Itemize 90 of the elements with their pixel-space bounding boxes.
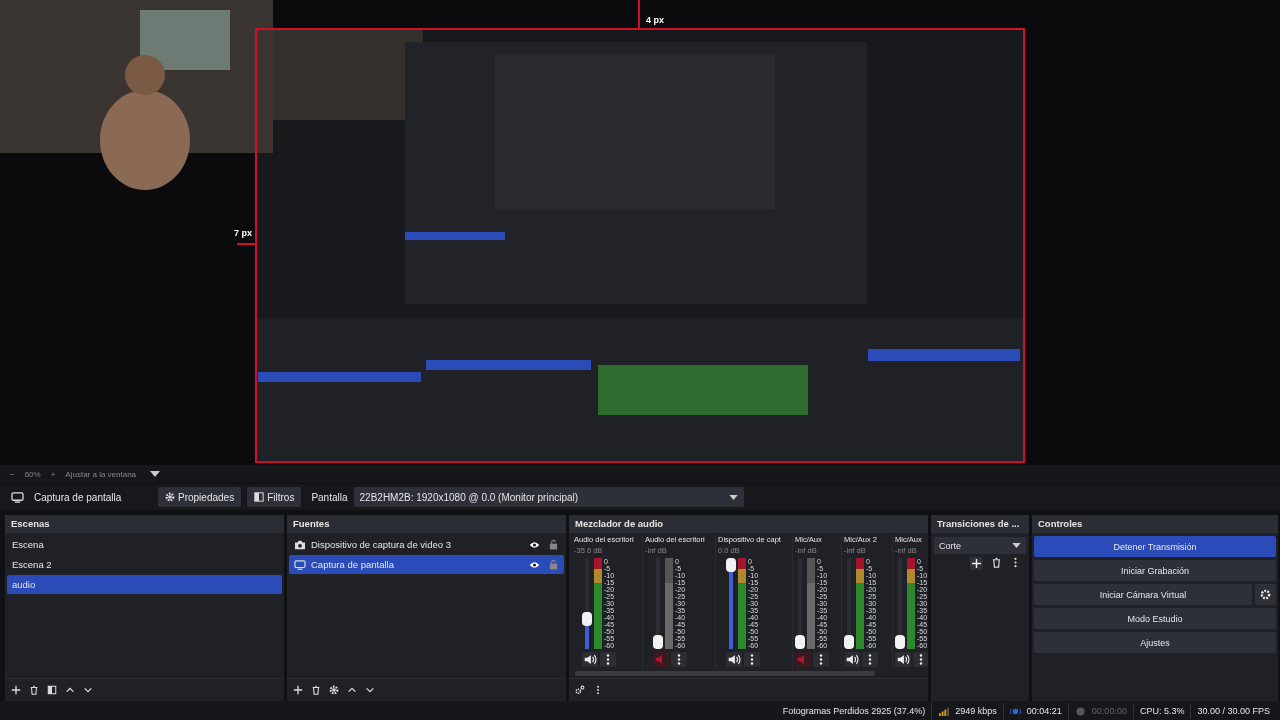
speaker-icon[interactable] <box>895 652 911 667</box>
kebab-menu-icon[interactable] <box>862 652 878 667</box>
kebab-menu-icon[interactable] <box>600 652 616 667</box>
dropped-frames: Fotogramas Perdidos 2925 (37.4%) <box>782 706 926 716</box>
source-item[interactable]: Dispositivo de captura de video 3 <box>289 535 564 554</box>
frame-rate: 30.00 / 30.00 FPS <box>1197 706 1270 716</box>
control-button[interactable]: Ajustes <box>1034 632 1276 653</box>
eye-icon[interactable] <box>529 540 540 549</box>
move-down-icon[interactable] <box>365 685 375 695</box>
add-icon[interactable] <box>970 557 983 570</box>
slider-thumb[interactable] <box>844 635 854 649</box>
settings-button[interactable] <box>1255 584 1276 605</box>
zoom-out-button[interactable]: − <box>10 469 15 479</box>
slider-thumb[interactable] <box>795 635 805 649</box>
lock-icon[interactable] <box>549 539 558 550</box>
display-dropdown[interactable]: 22B2HM2B: 1920x1080 @ 0.0 (Monitor principal) <box>353 487 744 507</box>
move-down-icon[interactable] <box>83 685 93 695</box>
scrollbar[interactable] <box>575 671 875 676</box>
trash-icon[interactable] <box>991 557 1002 568</box>
speaker-icon[interactable] <box>726 652 742 667</box>
kebab-menu-icon[interactable] <box>813 652 829 667</box>
add-icon[interactable] <box>293 685 303 695</box>
speaker-icon[interactable] <box>582 652 598 667</box>
distance-label: 4 px <box>646 15 664 25</box>
stream-time: 00:04:21 <box>1026 706 1062 716</box>
camera-icon <box>294 539 306 550</box>
panel-title: Transiciones de ... <box>931 515 1029 533</box>
kebab-menu-icon[interactable] <box>913 652 928 667</box>
source-item[interactable]: Captura de pantalla <box>289 555 564 574</box>
panel-title: Controles <box>1032 515 1278 533</box>
transition-dropdown[interactable]: Corte <box>934 537 1026 554</box>
zoom-in-button[interactable]: + <box>50 469 56 479</box>
selection-box[interactable] <box>255 28 1025 463</box>
zoom-level: 60% <box>24 469 41 479</box>
add-icon[interactable] <box>11 685 21 695</box>
slider-thumb[interactable] <box>582 612 592 626</box>
filters-button[interactable]: Filtros <box>247 487 302 507</box>
caret-icon <box>728 494 738 500</box>
fit-to-window-option[interactable]: Ajustar a la ventana <box>65 469 137 479</box>
gear-icon <box>165 492 175 502</box>
leader-line <box>237 243 255 245</box>
source-label: Dispositivo de captura de video 3 <box>311 538 452 552</box>
volume-slider[interactable] <box>726 558 736 649</box>
control-button[interactable]: Iniciar Cámara Virtual <box>1034 584 1252 605</box>
slider-thumb[interactable] <box>895 635 905 649</box>
scene-item[interactable]: audio <box>7 575 282 594</box>
source-name: Captura de pantalla <box>34 491 123 503</box>
volume-slider[interactable] <box>795 558 805 649</box>
control-button[interactable]: Iniciar Grabación <box>1034 560 1276 581</box>
control-button[interactable]: Detener Transmisión <box>1034 536 1276 557</box>
filter-icon[interactable] <box>47 685 57 695</box>
volume-slider[interactable] <box>895 558 905 649</box>
monitor-icon <box>294 559 306 570</box>
move-up-icon[interactable] <box>347 685 357 695</box>
bitrate: 2949 kbps <box>955 706 997 716</box>
kebab-menu-icon[interactable] <box>671 652 687 667</box>
properties-button[interactable]: Propiedades <box>158 487 242 507</box>
record-icon <box>1074 706 1086 716</box>
kebab-menu-icon[interactable] <box>744 652 760 667</box>
trash-icon[interactable] <box>311 685 321 695</box>
leader-line <box>638 0 640 28</box>
speaker-icon[interactable] <box>844 652 860 667</box>
panel-title: Escenas <box>5 515 284 533</box>
settings-icon[interactable] <box>329 685 339 695</box>
eye-icon[interactable] <box>529 560 540 569</box>
panel-title: Fuentes <box>287 515 566 533</box>
gear-icon <box>1260 589 1271 600</box>
panel-title: Mezclador de audio <box>569 515 928 533</box>
caret-icon[interactable] <box>150 471 161 477</box>
trash-icon[interactable] <box>29 685 39 695</box>
scene-item[interactable]: Escena 2 <box>7 555 282 574</box>
signal-bars-icon <box>938 706 950 716</box>
filter-icon <box>254 492 265 502</box>
gears-icon[interactable] <box>575 685 585 695</box>
stream-icon <box>1009 706 1021 716</box>
source-label: Captura de pantalla <box>311 558 395 572</box>
slider-thumb[interactable] <box>726 558 736 572</box>
slider-thumb[interactable] <box>653 635 663 649</box>
control-button[interactable]: Modo Estudio <box>1034 608 1276 629</box>
move-up-icon[interactable] <box>65 685 75 695</box>
monitor-icon <box>11 491 24 503</box>
caret-icon <box>1012 543 1021 548</box>
volume-slider[interactable] <box>582 558 592 649</box>
record-time: 00:00:00 <box>1091 706 1127 716</box>
volume-slider[interactable] <box>844 558 854 649</box>
field-label: Pantalla <box>311 491 348 503</box>
distance-label: 7 px <box>234 228 252 238</box>
scene-item[interactable]: Escena <box>7 535 282 554</box>
volume-slider[interactable] <box>653 558 663 649</box>
cpu-usage: CPU: 5.3% <box>1139 706 1185 716</box>
